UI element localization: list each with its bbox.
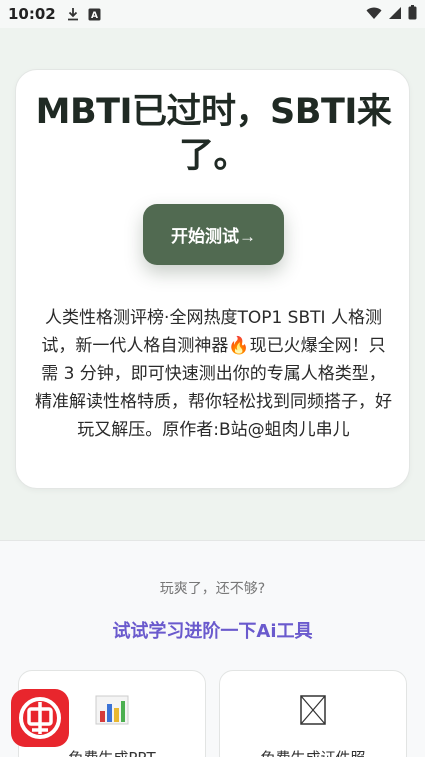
page-title: MBTI已过时，SBTI来了。 [35,92,392,176]
tool-card-id-photo[interactable]: 免费生成证件照 [219,670,407,757]
hero-description: 人类性格测评榜·全网热度TOP1 SBTI 人格测试，新一代人格自测神器🔥现已火… [35,308,392,440]
image-placeholder-icon [220,695,406,725]
tool-label-ppt: 免费生成PPT [19,747,205,757]
promo-subtitle: 玩爽了，还不够? [159,581,266,597]
download-icon [66,7,80,21]
battery-icon [408,4,417,24]
svg-text:A: A [91,11,98,21]
tool-label-id-photo: 免费生成证件照 [220,747,406,757]
hero-card: MBTI已过时，SBTI来了。 开始测试→ 人类性格测评榜·全网热度TOP1 S… [15,69,410,489]
a-box-icon: A [88,8,101,21]
app-logo-icon[interactable] [11,689,69,747]
status-right [366,4,417,24]
ai-tools-link[interactable]: 试试学习进阶一下Ai工具 [0,617,425,643]
start-test-button[interactable]: 开始测试→ [143,204,284,265]
signal-icon [388,5,402,24]
wifi-icon [366,5,382,24]
status-time: 10:02 [8,5,56,23]
status-bar: 10:02 A [0,0,425,28]
